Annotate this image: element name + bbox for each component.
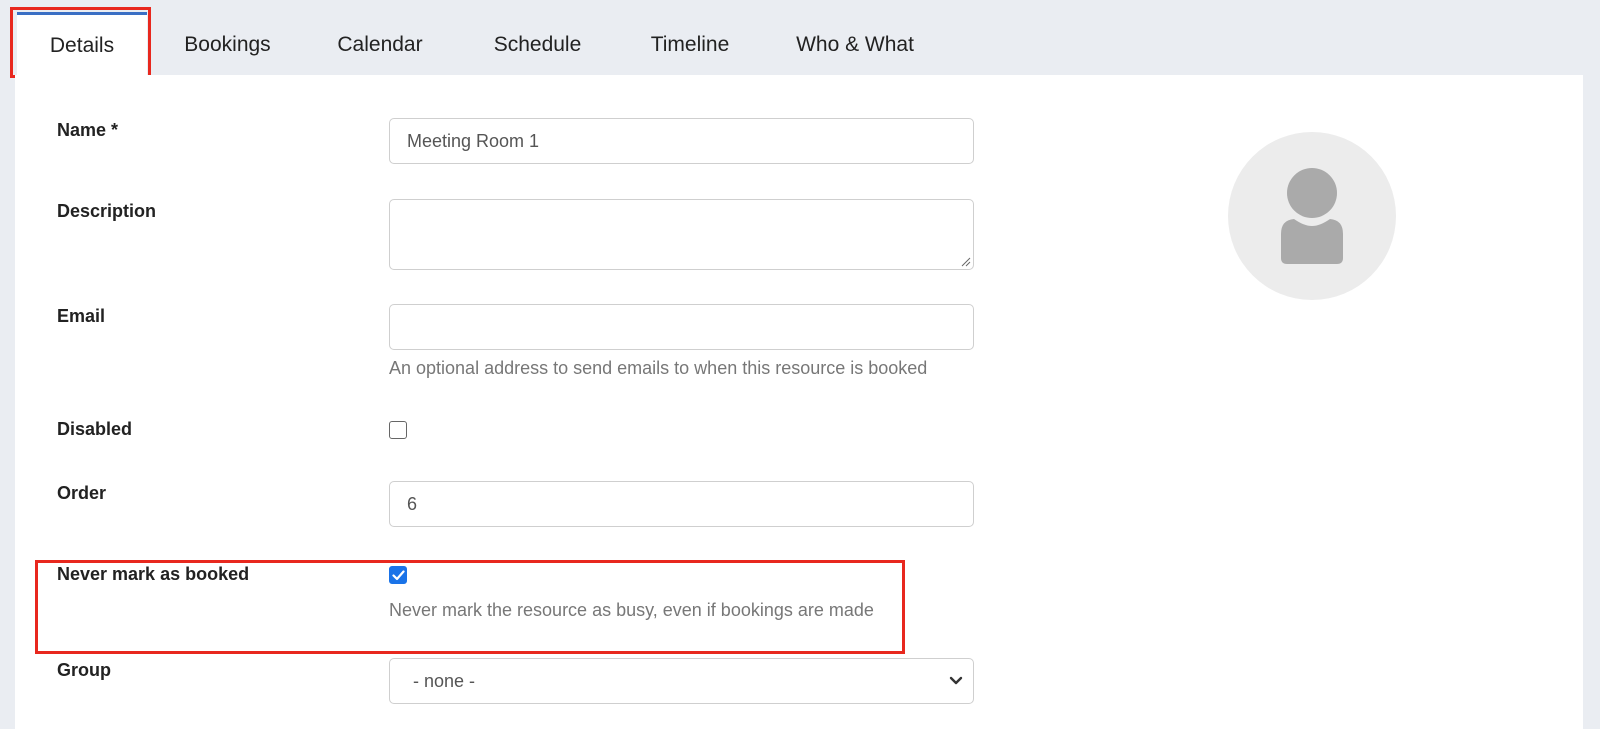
tab-bookings[interactable]: Bookings: [155, 12, 300, 75]
tab-label: Schedule: [493, 32, 582, 56]
email-label: Email: [57, 306, 106, 326]
name-input[interactable]: Meeting Room 1: [389, 118, 974, 164]
resize-grip-icon[interactable]: [961, 257, 971, 267]
tab-bar: Details Bookings Calendar Schedule Timel…: [15, 0, 1583, 75]
group-selected-value: - none -: [413, 670, 476, 691]
group-select[interactable]: - none -: [389, 658, 974, 704]
tab-calendar[interactable]: Calendar: [315, 12, 445, 75]
order-label: Order: [57, 483, 107, 503]
name-label: Name *: [57, 120, 119, 140]
tab-schedule[interactable]: Schedule: [470, 12, 605, 75]
tab-timeline[interactable]: Timeline: [625, 12, 755, 75]
order-input[interactable]: 6: [389, 481, 974, 527]
order-value: 6: [407, 493, 418, 514]
email-help-text: An optional address to send emails to wh…: [389, 358, 928, 378]
never-mark-as-booked-label: Never mark as booked: [57, 564, 250, 584]
never-mark-as-booked-help-text: Never mark the resource as busy, even if…: [389, 600, 874, 620]
chevron-down-icon: [949, 676, 963, 685]
email-input[interactable]: [389, 304, 974, 350]
tab-who-and-what[interactable]: Who & What: [775, 12, 935, 75]
tab-label: Calendar: [337, 32, 423, 56]
disabled-label: Disabled: [57, 419, 133, 439]
never-mark-as-booked-checkbox[interactable]: [389, 566, 407, 584]
tab-label: Details: [49, 34, 115, 57]
tab-label: Bookings: [184, 32, 271, 56]
description-label: Description: [57, 201, 157, 221]
user-placeholder-icon: [1281, 168, 1343, 264]
disabled-checkbox[interactable]: [389, 421, 407, 439]
group-label: Group: [57, 660, 111, 680]
name-value: Meeting Room 1: [407, 130, 540, 151]
checkmark-icon: [391, 569, 405, 580]
description-textarea[interactable]: [389, 199, 974, 270]
tab-details[interactable]: Details: [17, 12, 147, 75]
tab-label: Timeline: [650, 32, 730, 56]
tab-label: Who & What: [796, 32, 914, 56]
avatar[interactable]: [1228, 132, 1396, 300]
